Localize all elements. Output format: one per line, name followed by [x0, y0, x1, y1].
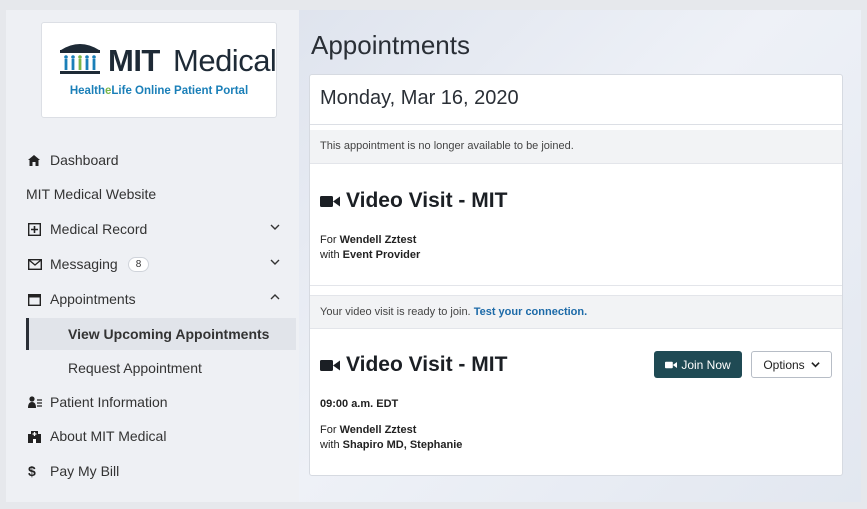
logo-brand-regular: Medical: [173, 43, 277, 78]
envelope-icon: [28, 258, 50, 270]
video-camera-icon: [320, 359, 340, 371]
appointment-notice-ready: Your video visit is ready to join. Test …: [310, 295, 842, 329]
test-connection-link[interactable]: Test your connection.: [474, 306, 587, 318]
sidebar-item-dashboard[interactable]: Dashboard: [28, 144, 296, 176]
appointment-title: Video Visit - MIT: [320, 353, 507, 377]
chevron-down-icon: [270, 224, 280, 230]
sidebar-item-label: Appointments: [50, 291, 136, 307]
video-camera-icon: [665, 361, 678, 368]
sidebar-item-view-upcoming-appointments[interactable]: View Upcoming Appointments: [26, 318, 296, 350]
sidebar-item-label: Pay My Bill: [50, 463, 120, 479]
sidebar-item-label: Request Appointment: [68, 360, 202, 376]
calendar-icon: [28, 293, 50, 306]
appointment-date-header: Monday, Mar 16, 2020: [310, 75, 842, 125]
options-dropdown-button[interactable]: Options: [751, 351, 832, 378]
sidebar-item-messaging[interactable]: Messaging 8: [28, 248, 296, 280]
appointment-notice-unavailable: This appointment is no longer available …: [310, 130, 842, 164]
sidebar-item-website[interactable]: MIT Medical Website: [26, 178, 294, 210]
page-title: Appointments: [311, 30, 470, 60]
appointment-patient: For Wendell Zztest: [320, 424, 417, 436]
building-logo-icon: [60, 44, 100, 74]
hospital-icon: [28, 430, 50, 443]
sidebar-item-medical-record[interactable]: Medical Record: [28, 213, 296, 245]
appointment-patient: For Wendell Zztest: [320, 234, 417, 246]
sidebar-item-label: MIT Medical Website: [26, 186, 157, 202]
appointment-title: Video Visit - MIT: [320, 189, 507, 213]
unread-count-badge: 8: [127, 256, 150, 272]
video-camera-icon: [320, 195, 340, 207]
sidebar-item-label: Messaging: [50, 256, 118, 272]
sidebar-item-label: View Upcoming Appointments: [68, 326, 270, 342]
medical-record-icon: [28, 222, 50, 236]
join-now-button[interactable]: Join Now: [654, 351, 742, 378]
home-icon: [28, 154, 50, 166]
appointment-provider: with Shapiro MD, Stephanie: [320, 439, 463, 451]
sidebar-item-label: Medical Record: [50, 221, 148, 237]
appointment-time: 09:00 a.m. EDT: [320, 398, 399, 410]
sidebar-item-patient-information[interactable]: Patient Information: [28, 386, 296, 418]
logo-subtitle: HealtheLife Online Patient Portal: [69, 85, 249, 97]
sidebar-item-about[interactable]: About MIT Medical: [28, 420, 296, 452]
sidebar-item-label: Patient Information: [50, 394, 168, 410]
sidebar-item-appointments[interactable]: Appointments: [28, 283, 296, 315]
appointment-provider: with Event Provider: [320, 249, 421, 261]
person-info-icon: [28, 396, 50, 408]
sidebar-item-pay-bill[interactable]: $ Pay My Bill: [28, 455, 296, 487]
chevron-up-icon: [270, 294, 280, 300]
sidebar-item-request-appointment[interactable]: Request Appointment: [26, 352, 296, 384]
appointments-card: Monday, Mar 16, 2020 This appointment is…: [309, 74, 843, 476]
appointment-divider: [310, 285, 842, 286]
logo[interactable]: MIT Medical HealtheLife Online Patient P…: [41, 22, 277, 118]
sidebar-item-label: About MIT Medical: [50, 428, 167, 444]
logo-brand-bold: MIT: [108, 43, 160, 78]
chevron-down-icon: [810, 362, 820, 368]
sidebar-item-label: Dashboard: [50, 152, 119, 168]
chevron-down-icon: [270, 259, 280, 265]
dollar-icon: $: [28, 463, 36, 479]
